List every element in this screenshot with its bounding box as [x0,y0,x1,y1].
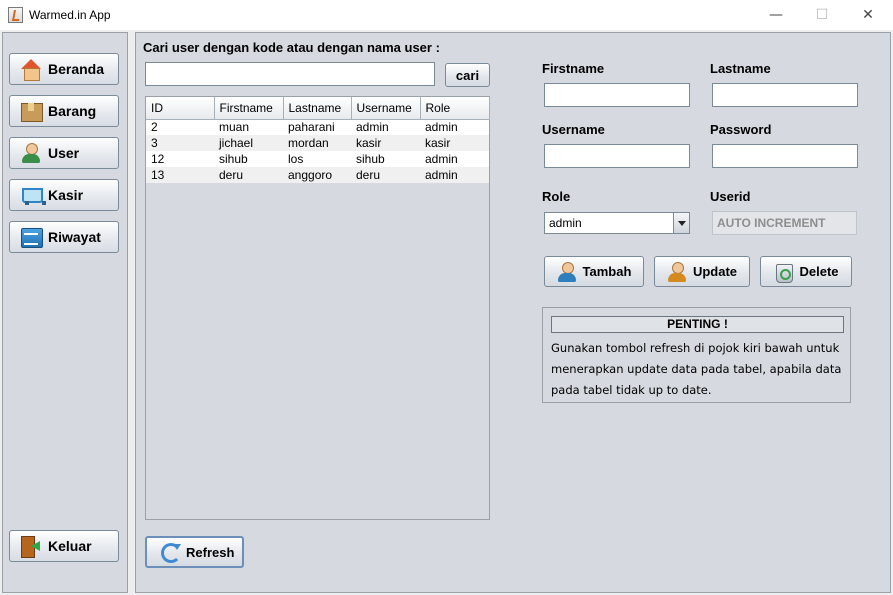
table-header-row: ID Firstname Lastname Username Role [146,97,490,120]
table-row[interactable]: 2 muan paharani admin admin [146,119,489,135]
cell-role: kasir [420,135,489,151]
cell-firstname: muan [214,119,283,135]
notice-title: PENTING ! [551,316,844,333]
search-input[interactable] [145,62,435,86]
password-label: Password [710,122,772,137]
add-user-button-label: Tambah [582,264,632,279]
update-user-button[interactable]: Update [654,256,750,287]
cell-role: admin [420,151,489,167]
refresh-icon [159,541,181,563]
user-table-scrollpane[interactable]: ID Firstname Lastname Username Role 2 mu… [145,96,490,520]
lastname-label: Lastname [710,61,771,76]
sidebar-item-beranda[interactable]: Beranda [9,53,119,85]
cart-icon [20,184,46,206]
delete-user-button-label: Delete [799,264,839,279]
cell-id: 2 [146,119,214,135]
role-select-value: admin [549,216,582,230]
password-field[interactable] [712,144,858,168]
title-bar: Warmed.in App — ☐ ✕ [0,0,893,30]
refresh-button-label: Refresh [186,544,235,560]
sidebar-item-kasir[interactable]: Kasir [9,179,119,211]
close-button[interactable]: ✕ [845,0,891,30]
exit-button-label: Keluar [48,538,92,554]
maximize-button[interactable]: ☐ [799,0,845,30]
cell-lastname: los [283,151,351,167]
cell-username: kasir [351,135,420,151]
user-icon [20,142,42,164]
table-row[interactable]: 13 deru anggoro deru admin [146,167,489,183]
edit-user-icon [667,261,689,283]
username-field[interactable] [544,144,690,168]
column-header-lastname[interactable]: Lastname [283,97,352,120]
cell-lastname: mordan [283,135,351,151]
exit-button[interactable]: Keluar [9,530,119,562]
cell-username: sihub [351,151,420,167]
cell-firstname: sihub [214,151,283,167]
update-user-button-label: Update [692,264,738,279]
role-label: Role [542,189,571,204]
window-title: Warmed.in App [29,8,111,22]
notice-text: Gunakan tombol refresh di pojok kiri baw… [551,341,842,397]
cell-lastname: paharani [283,119,351,135]
firstname-label: Firstname [542,61,605,76]
cell-username: deru [351,167,420,183]
cell-id: 13 [146,167,214,183]
sidebar-item-label: Riwayat [48,229,101,245]
column-header-username[interactable]: Username [351,97,421,120]
cell-role: admin [420,167,489,183]
recycle-bin-icon [773,261,795,283]
table-row[interactable]: 12 sihub los sihub admin [146,151,489,167]
sidebar-item-label: Kasir [48,187,84,203]
add-user-button[interactable]: Tambah [544,256,644,287]
history-icon [20,226,43,248]
sidebar-item-label: Beranda [48,61,105,77]
home-icon [20,58,42,81]
cell-firstname: deru [214,167,283,183]
lastname-field[interactable] [712,83,858,107]
role-select[interactable]: admin [544,212,690,234]
user-table[interactable]: ID Firstname Lastname Username Role 2 mu… [146,97,490,183]
cell-firstname: jichael [214,135,283,151]
sidebar-item-user[interactable]: User [9,137,119,169]
sidebar-item-label: User [48,145,80,161]
cell-id: 3 [146,135,214,151]
username-label: Username [542,122,605,137]
minimize-button[interactable]: — [753,0,799,30]
chevron-down-icon[interactable] [673,213,689,233]
refresh-button[interactable]: Refresh [145,536,244,568]
exit-door-icon [20,535,42,558]
cell-id: 12 [146,151,214,167]
add-user-icon [557,261,579,283]
cell-role: admin [420,119,489,135]
column-header-firstname[interactable]: Firstname [214,97,284,120]
sidebar-item-riwayat[interactable]: Riwayat [9,221,119,253]
search-button[interactable]: cari [445,63,490,87]
notice-panel: PENTING ! Gunakan tombol refresh di pojo… [542,307,851,403]
sidebar-item-barang[interactable]: Barang [9,95,119,127]
java-app-icon [8,7,23,23]
column-header-role[interactable]: Role [420,97,490,120]
column-header-id[interactable]: ID [146,97,215,120]
search-label: Cari user dengan kode atau dengan nama u… [143,40,440,55]
delete-user-button[interactable]: Delete [760,256,852,287]
cell-username: admin [351,119,420,135]
userid-label: Userid [710,189,751,204]
cell-lastname: anggoro [283,167,351,183]
sidebar-item-label: Barang [48,103,97,119]
firstname-field[interactable] [544,83,690,107]
box-icon [20,100,43,122]
userid-field: AUTO INCREMENT [712,211,857,235]
table-row[interactable]: 3 jichael mordan kasir kasir [146,135,489,151]
